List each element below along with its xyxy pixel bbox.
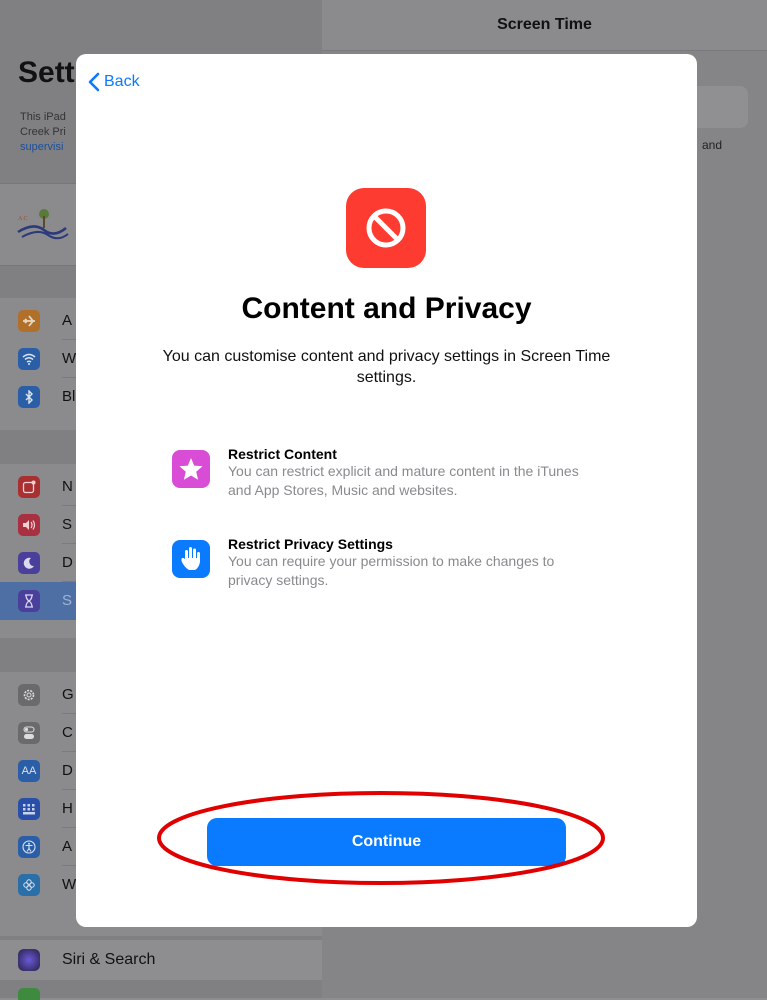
notifications-icon xyxy=(18,476,40,498)
supervision-text-line: This iPad xyxy=(20,111,66,123)
back-label: Back xyxy=(104,73,140,90)
feature-title: Restrict Privacy Settings xyxy=(228,536,393,552)
svg-text:A C: A C xyxy=(18,216,28,222)
chevron-left-icon xyxy=(88,72,100,92)
settings-row-label: W xyxy=(62,350,77,367)
settings-row-label: H xyxy=(62,800,73,817)
settings-row-label: A xyxy=(62,838,73,855)
feature-description: You can restrict explicit and mature con… xyxy=(228,463,579,498)
supervision-link[interactable]: supervisi xyxy=(20,141,63,153)
restrictions-icon xyxy=(346,188,426,268)
settings-row-label: Bl xyxy=(62,388,76,405)
settings-row-label: C xyxy=(62,724,73,741)
school-logo-icon: A C xyxy=(17,209,69,240)
highlight-ellipse xyxy=(157,791,605,885)
text-size-icon: AA xyxy=(18,760,40,782)
wifi-icon xyxy=(18,348,40,370)
wallpaper-icon xyxy=(18,874,40,896)
settings-row-label: D xyxy=(62,762,73,779)
moon-icon xyxy=(18,552,40,574)
accessibility-icon xyxy=(18,836,40,858)
settings-title: Sett xyxy=(18,56,75,89)
settings-row-label: S xyxy=(62,592,73,609)
feature-title: Restrict Content xyxy=(228,446,337,462)
hand-icon xyxy=(172,540,210,578)
settings-row-label: S xyxy=(62,516,73,533)
feature-description: You can require your permission to make … xyxy=(228,553,555,588)
toggles-icon xyxy=(18,722,40,744)
detail-card xyxy=(690,86,748,128)
sounds-icon xyxy=(18,514,40,536)
settings-row-label: N xyxy=(62,478,73,495)
home-grid-icon xyxy=(18,798,40,820)
settings-row-label: A xyxy=(62,312,73,329)
page-title: Content and Privacy xyxy=(241,292,532,325)
app-store-icon xyxy=(18,988,40,1000)
settings-row-label: Siri & Search xyxy=(62,951,156,968)
gear-icon xyxy=(18,684,40,706)
settings-row-label: D xyxy=(62,554,73,571)
star-icon xyxy=(172,450,210,488)
settings-row-siri[interactable]: Siri & Search xyxy=(0,940,322,980)
detail-title: Screen Time xyxy=(497,16,592,33)
airplane-icon xyxy=(18,310,40,332)
settings-row-label: G xyxy=(62,686,74,703)
supervision-text-line: Creek Pri xyxy=(20,126,66,138)
siri-icon xyxy=(18,949,40,971)
back-button[interactable]: Back xyxy=(86,70,140,94)
bluetooth-icon xyxy=(18,386,40,408)
page-description: You can customise content and privacy se… xyxy=(162,348,611,386)
settings-row-label: W xyxy=(62,876,77,893)
detail-text-fragment: and xyxy=(702,138,723,152)
feature-restrict-content: Restrict Content You can restrict explic… xyxy=(172,446,592,498)
feature-restrict-privacy: Restrict Privacy Settings You can requir… xyxy=(172,536,592,588)
hourglass-icon xyxy=(18,590,40,612)
